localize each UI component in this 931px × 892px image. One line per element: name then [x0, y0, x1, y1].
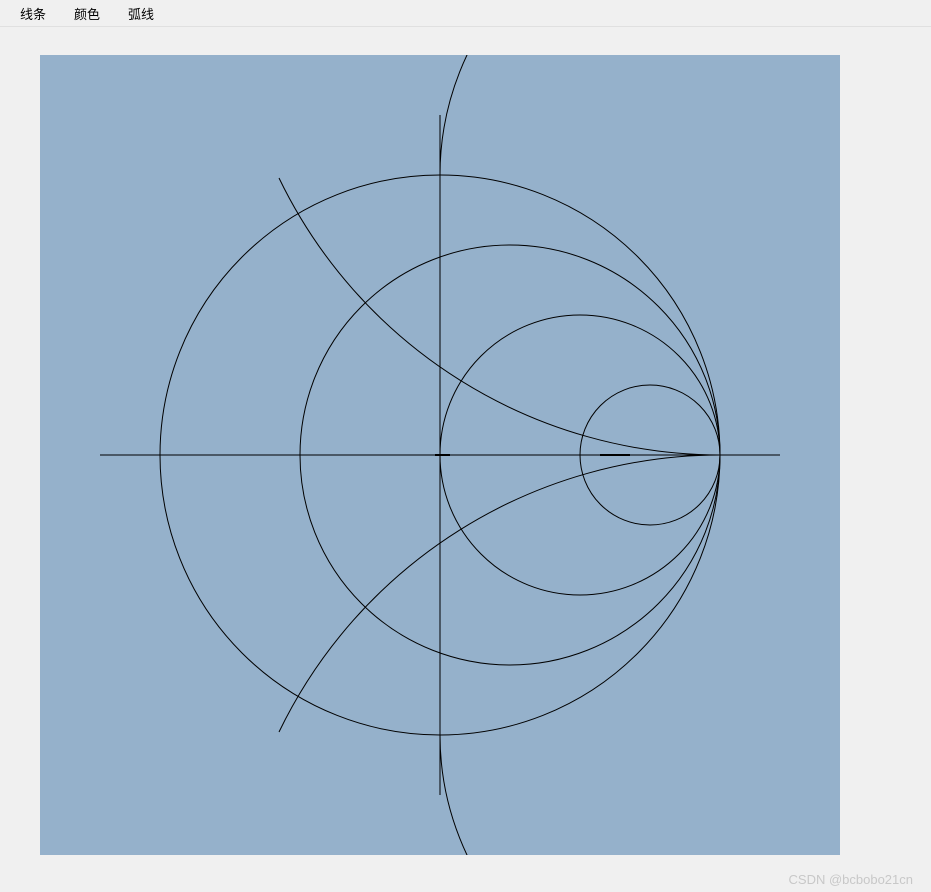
menu-color[interactable]: 颜色 — [60, 0, 114, 27]
reactance-arc-2 — [279, 178, 720, 455]
reactance-arc-1 — [440, 735, 720, 855]
watermark: CSDN @bcbobo21cn — [789, 872, 913, 887]
reactance-arc-0 — [440, 55, 720, 175]
menubar: 线条 颜色 弧线 — [0, 0, 931, 27]
menu-arcs[interactable]: 弧线 — [114, 0, 168, 27]
drawing-canvas — [40, 55, 840, 855]
menu-lines[interactable]: 线条 — [6, 0, 60, 27]
smith-chart — [40, 55, 840, 855]
reactance-arc-3 — [279, 455, 720, 732]
client-area: CSDN @bcbobo21cn — [0, 27, 931, 892]
